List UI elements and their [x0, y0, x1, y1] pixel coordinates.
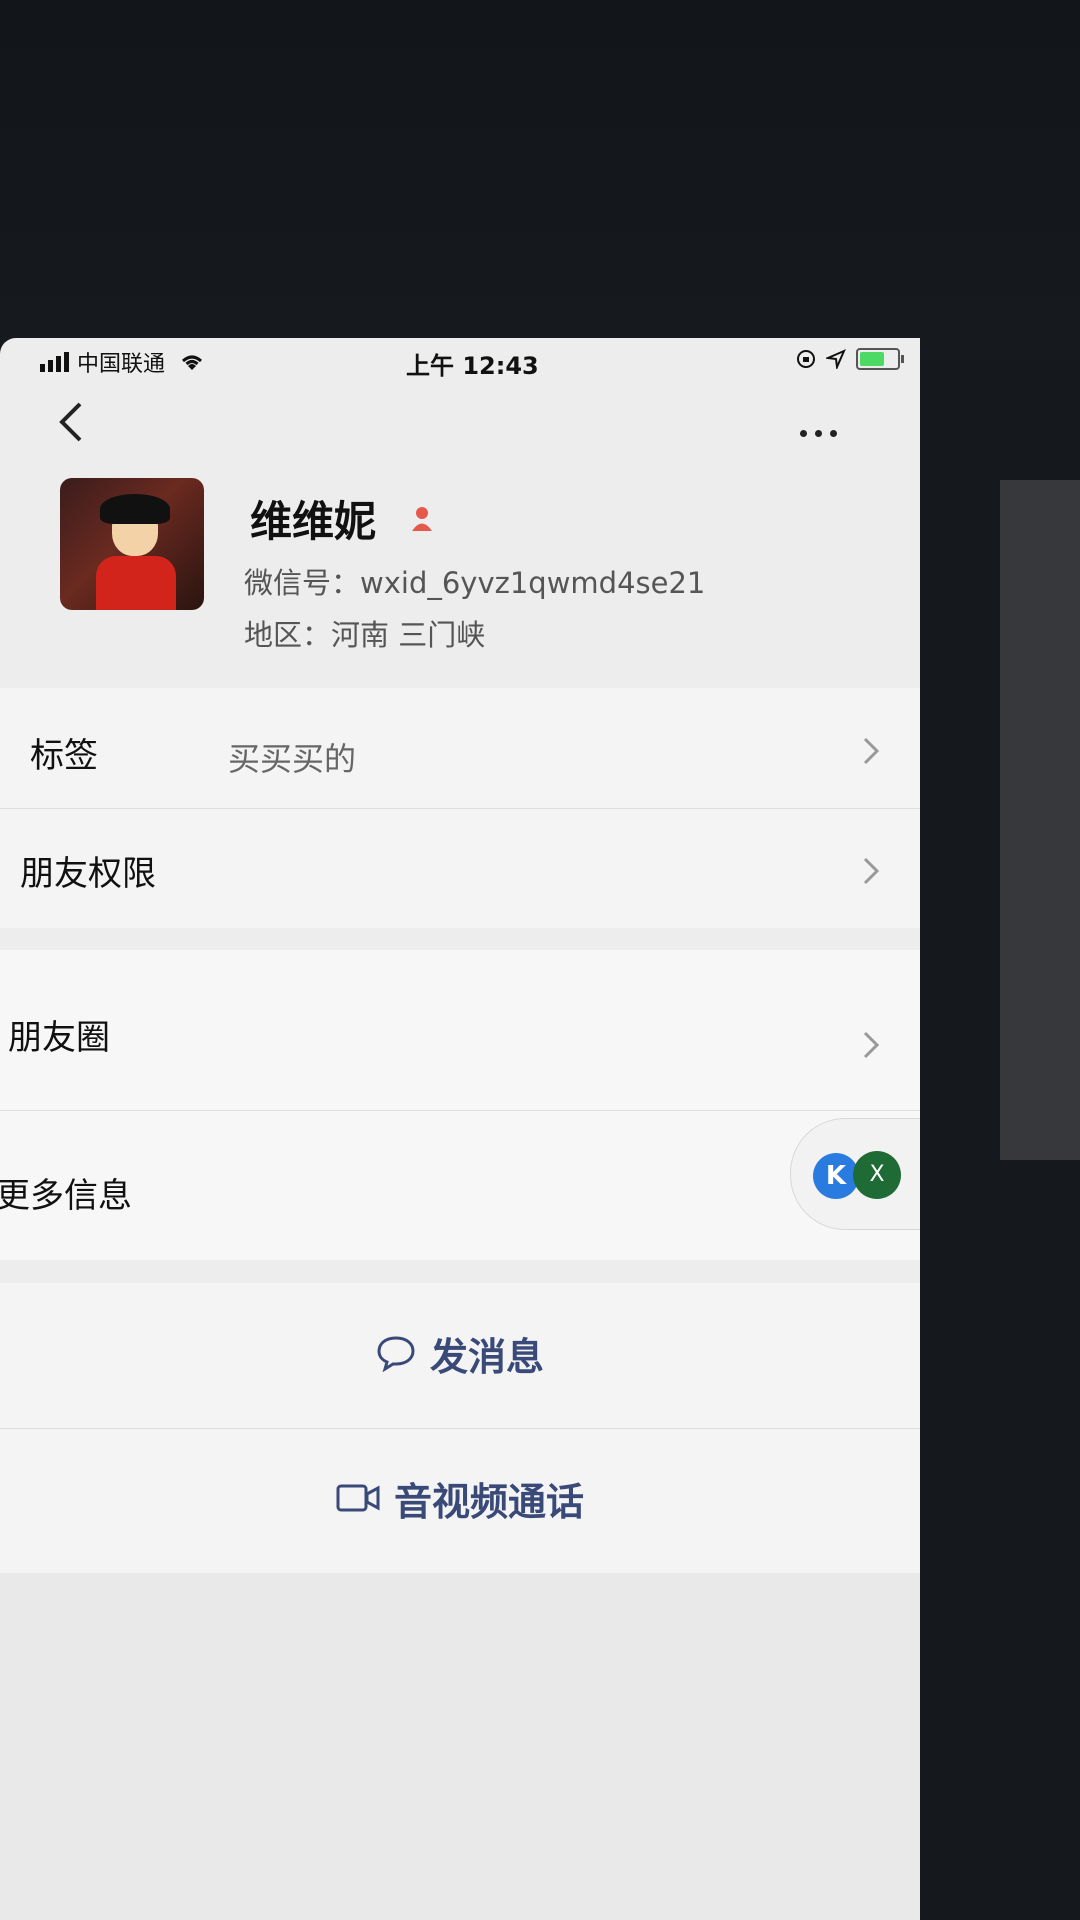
chevron-right-icon [863, 857, 880, 885]
chevron-right-icon [863, 1031, 880, 1059]
status-left: 中国联通 [40, 346, 205, 378]
more-options-button[interactable] [800, 418, 850, 448]
background-dark-top [0, 0, 1080, 360]
tags-label: 标签 [30, 736, 98, 776]
video-call-button[interactable]: 音视频通话 [0, 1428, 920, 1568]
close-bubble-button[interactable]: X [853, 1151, 901, 1199]
friend-permissions-row[interactable]: 朋友权限 [0, 808, 920, 928]
moments-label: 朋友圈 [8, 1018, 110, 1058]
send-message-label: 发消息 [429, 1334, 544, 1379]
background-object [1000, 480, 1080, 1160]
status-time: 上午 12:43 [406, 352, 539, 380]
contact-name: 维维妮 [250, 497, 377, 546]
carrier-label: 中国联通 [77, 352, 166, 377]
back-button[interactable] [56, 398, 96, 458]
empty-area [0, 1573, 920, 1920]
wechat-id: 微信号：wxid_6yvz1qwmd4se21 [244, 566, 706, 600]
permissions-label: 朋友权限 [20, 854, 156, 894]
chevron-left-icon [59, 402, 82, 442]
info-section-1: 标签 买买买的 朋友权限 [0, 688, 920, 928]
region: 地区：河南 三门峡 [244, 618, 486, 652]
female-icon [412, 507, 432, 531]
info-section-2: 朋友圈 更多信息 [0, 950, 920, 1260]
actions-section: 发消息 音视频通话 [0, 1283, 920, 1573]
moments-row[interactable]: 朋友圈 [0, 950, 920, 1110]
wifi-icon [182, 355, 203, 370]
floating-app-bubble[interactable]: K X [790, 1118, 920, 1230]
video-call-label: 音视频通话 [393, 1479, 584, 1524]
profile-header: 维维妮 微信号：wxid_6yvz1qwmd4se21 地区：河南 三门峡 [0, 468, 920, 668]
status-right [796, 348, 904, 370]
chat-bubble-icon [377, 1336, 415, 1372]
status-bar: 中国联通 上午 12:43 [0, 338, 920, 394]
location-icon [826, 349, 846, 369]
chevron-right-icon [863, 737, 880, 765]
more-info-row[interactable]: 更多信息 [0, 1110, 920, 1260]
orientation-lock-icon [797, 350, 815, 368]
signal-icon [40, 352, 69, 372]
send-message-button[interactable]: 发消息 [0, 1283, 920, 1423]
battery-icon [856, 348, 904, 370]
avatar[interactable] [60, 478, 204, 610]
video-camera-icon [336, 1484, 380, 1512]
more-info-label: 更多信息 [0, 1176, 132, 1216]
tags-value: 买买买的 [228, 740, 357, 778]
tags-row[interactable]: 标签 买买买的 [0, 688, 920, 808]
phone-screen: 中国联通 上午 12:43 维维妮 微信号：wxid_6yvz1qwmd4se2… [0, 338, 920, 1920]
